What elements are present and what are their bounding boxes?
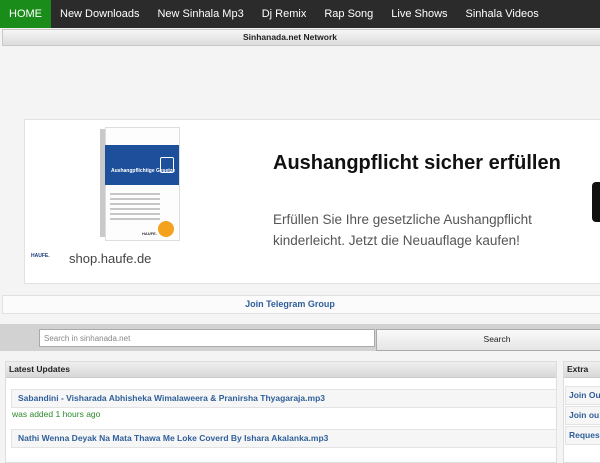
extra-link[interactable]: Join ou bbox=[565, 406, 600, 425]
book-title: Aushangpflichtige Gesetze bbox=[111, 168, 176, 174]
nav-new-sinhala-mp3[interactable]: New Sinhala Mp3 bbox=[148, 0, 252, 28]
search-button[interactable]: Search bbox=[376, 329, 600, 351]
update-item-link[interactable]: Sabandini - Visharada Abhisheka Wimalawe… bbox=[11, 389, 557, 408]
nav-new-downloads[interactable]: New Downloads bbox=[51, 0, 148, 28]
top-nav: HOME New Downloads New Sinhala Mp3 Dj Re… bbox=[0, 0, 600, 28]
nav-live-shows[interactable]: Live Shows bbox=[382, 0, 456, 28]
ad-headline[interactable]: Aushangpflicht sicher erfüllen bbox=[273, 152, 561, 175]
extra-panel: Extra Join Ou Join ou Reques bbox=[563, 361, 600, 463]
haufe-logo: HAUFE. bbox=[31, 253, 50, 259]
extra-link[interactable]: Join Ou bbox=[565, 386, 600, 405]
latest-updates-title: Latest Updates bbox=[6, 362, 556, 378]
search-input[interactable] bbox=[39, 329, 375, 347]
nav-home[interactable]: HOME bbox=[0, 0, 51, 28]
extra-title: Extra bbox=[564, 362, 600, 378]
ad-subtext: Erfüllen Sie Ihre gesetzliche Aushangpfl… bbox=[273, 212, 532, 248]
search-bar: Search bbox=[0, 324, 600, 351]
book-badge bbox=[158, 221, 174, 237]
latest-updates-panel: Latest Updates Sabandini - Visharada Abh… bbox=[5, 361, 557, 463]
extra-link[interactable]: Reques bbox=[565, 426, 600, 445]
nav-dj-remix[interactable]: Dj Remix bbox=[253, 0, 316, 28]
ad-shop-link[interactable]: shop.haufe.de bbox=[69, 251, 151, 266]
telegram-link[interactable]: Join Telegram Group bbox=[2, 295, 600, 314]
book-brand: HAUFE. bbox=[142, 231, 157, 236]
network-bar[interactable]: Sinhanada.net Network bbox=[2, 29, 600, 46]
nav-sinhala-videos[interactable]: Sinhala Videos bbox=[457, 0, 548, 28]
ad-banner[interactable]: Aushangpflichtige Gesetze HAUFE. HAUFE. … bbox=[24, 119, 600, 284]
book-cover-image: Aushangpflichtige Gesetze HAUFE. bbox=[100, 127, 180, 241]
update-item-link[interactable]: Nathi Wenna Deyak Na Mata Thawa Me Loke … bbox=[11, 429, 557, 448]
update-item-meta: was added 1 hours ago bbox=[12, 409, 101, 419]
nav-rap-song[interactable]: Rap Song bbox=[315, 0, 382, 28]
ad-side-button[interactable] bbox=[592, 182, 600, 222]
